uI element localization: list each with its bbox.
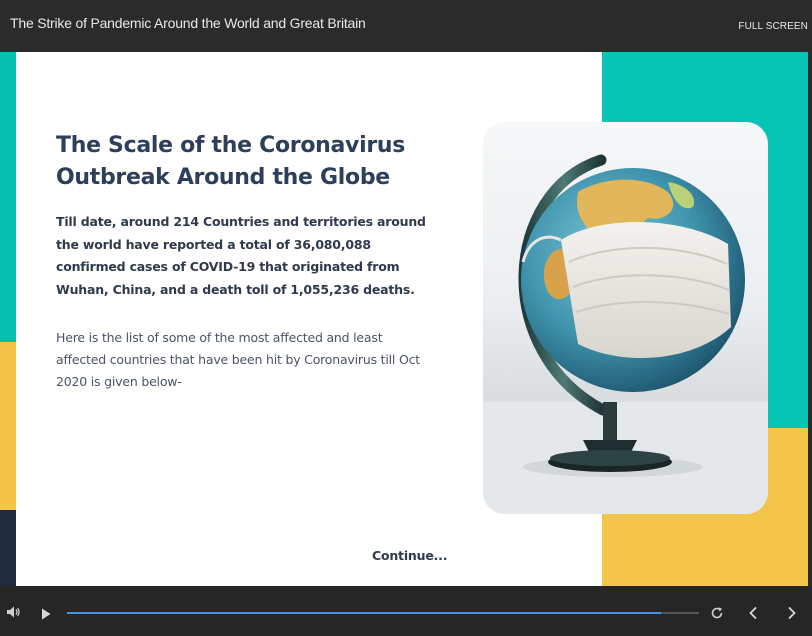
intro-paragraph: Here is the list of some of the most aff… [56, 330, 420, 389]
previous-icon[interactable] [748, 606, 758, 625]
right-edge [808, 52, 812, 586]
fullscreen-button[interactable]: FULL SCREEN [738, 21, 808, 32]
left-yellow-strip [0, 342, 16, 510]
globe-with-mask-image [483, 122, 768, 514]
summary-paragraph: Till date, around 214 Countries and terr… [56, 214, 426, 297]
player-controls [0, 586, 812, 636]
progress-bar[interactable] [67, 612, 699, 614]
course-player: The Strike of Pandemic Around the World … [0, 0, 812, 636]
next-icon[interactable] [787, 606, 797, 625]
left-teal-strip [0, 52, 16, 342]
continue-button[interactable]: Continue... [372, 548, 447, 563]
left-dark-strip [0, 510, 16, 586]
top-bar: The Strike of Pandemic Around the World … [0, 0, 812, 52]
play-icon[interactable] [41, 607, 51, 625]
replay-icon[interactable] [710, 606, 724, 625]
course-title: The Strike of Pandemic Around the World … [10, 15, 366, 31]
volume-icon[interactable] [6, 605, 20, 624]
progress-fill [67, 612, 662, 614]
slide-stage: The Scale of the Coronavirus Outbreak Ar… [0, 52, 812, 586]
slide-heading: The Scale of the Coronavirus Outbreak Ar… [56, 133, 406, 190]
